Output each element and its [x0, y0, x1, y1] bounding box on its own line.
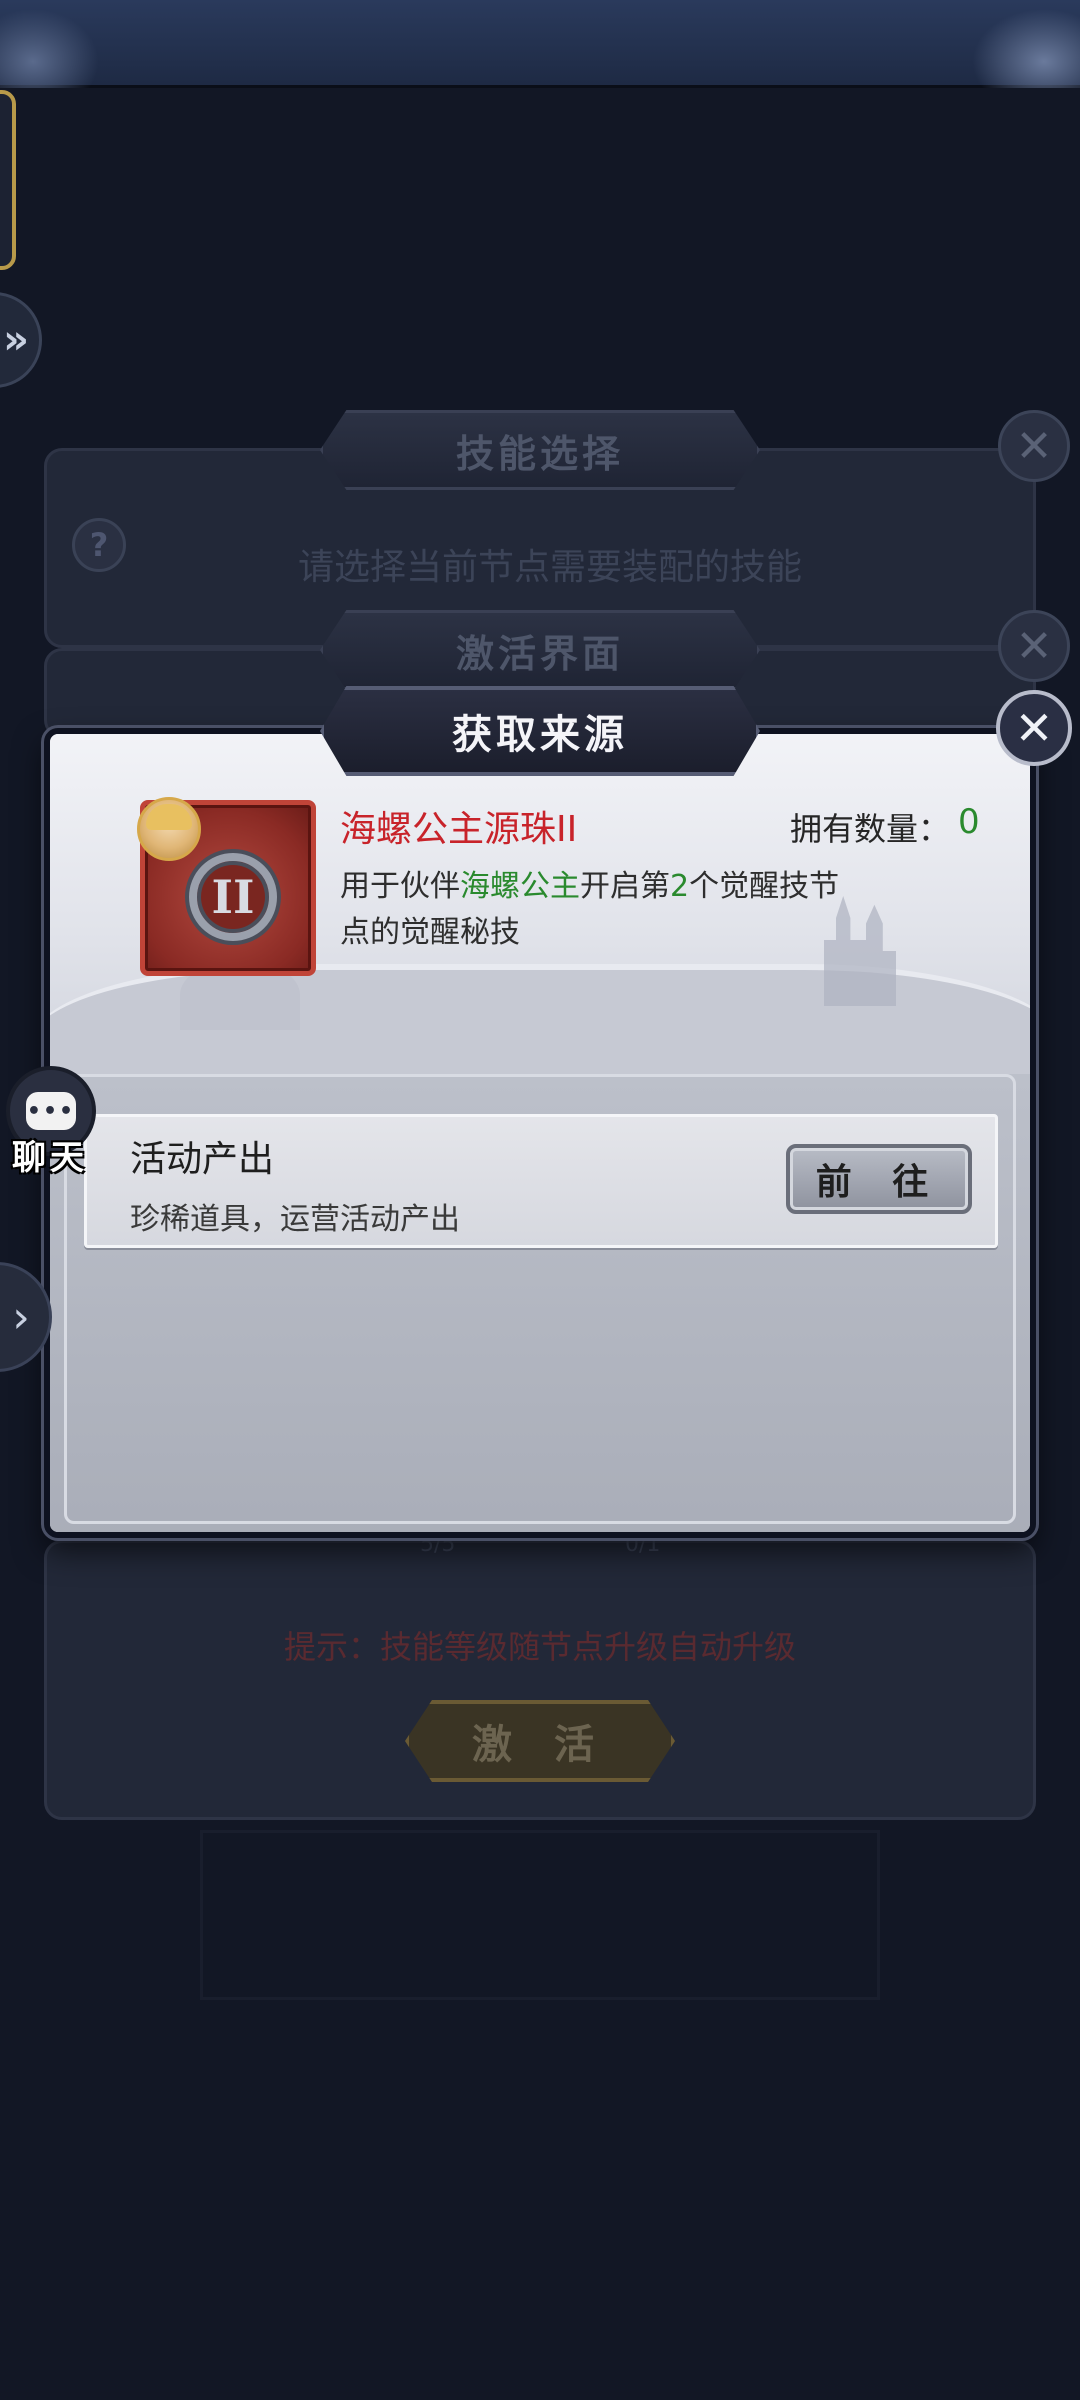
chevron-right-icon: › — [12, 1291, 30, 1343]
activate-close-button[interactable]: ✕ — [998, 610, 1070, 682]
upgrade-tip: 提示：技能等级随节点升级自动升级 — [283, 1628, 796, 1666]
source-description: 珍稀道具，运营活动产出 — [130, 1202, 460, 1237]
chat-label[interactable]: 聊天 — [12, 1130, 88, 1179]
top-decor-left — [0, 0, 110, 88]
dialog-close-button[interactable]: ✕ — [996, 690, 1072, 766]
background-blocks — [200, 1830, 880, 2000]
awakening-number: 2 — [670, 869, 690, 904]
left-edge-tab[interactable] — [0, 90, 16, 270]
partner-name: 海螺公主 — [460, 869, 580, 904]
activate-title: 激活界面 — [320, 610, 760, 690]
dialog-title: 获取来源 — [320, 686, 760, 776]
close-icon: ✕ — [1014, 701, 1054, 755]
skill-select-title: 技能选择 — [320, 410, 760, 490]
help-icon[interactable]: ? — [72, 518, 126, 572]
owned-count-label: 拥有数量： — [790, 810, 951, 848]
close-icon: ✕ — [1015, 420, 1053, 472]
goto-button[interactable]: 前 往 — [786, 1144, 972, 1214]
item-name: 海螺公主源珠II — [340, 809, 578, 850]
owned-count-value: 0 — [958, 802, 980, 842]
top-decor-right — [960, 0, 1080, 88]
skill-select-close-button[interactable]: ✕ — [998, 410, 1070, 482]
item-description: 用于伙伴海螺公主开启第2个觉醒技节 点的觉醒秘技 — [340, 869, 840, 950]
close-icon: ✕ — [1015, 620, 1053, 672]
activate-button[interactable]: 激 活 — [405, 1700, 675, 1782]
item-icon[interactable]: II — [137, 797, 316, 976]
top-decor-band — [0, 0, 1080, 88]
source-title: 活动产出 — [130, 1139, 275, 1180]
partner-portrait-icon — [137, 797, 201, 861]
chat-icon: ••• — [26, 1092, 76, 1130]
double-chevron-right-icon: » — [3, 317, 29, 363]
emblem-icon: II — [189, 853, 277, 941]
skill-select-prompt: 请选择当前节点需要装配的技能 — [297, 547, 802, 588]
